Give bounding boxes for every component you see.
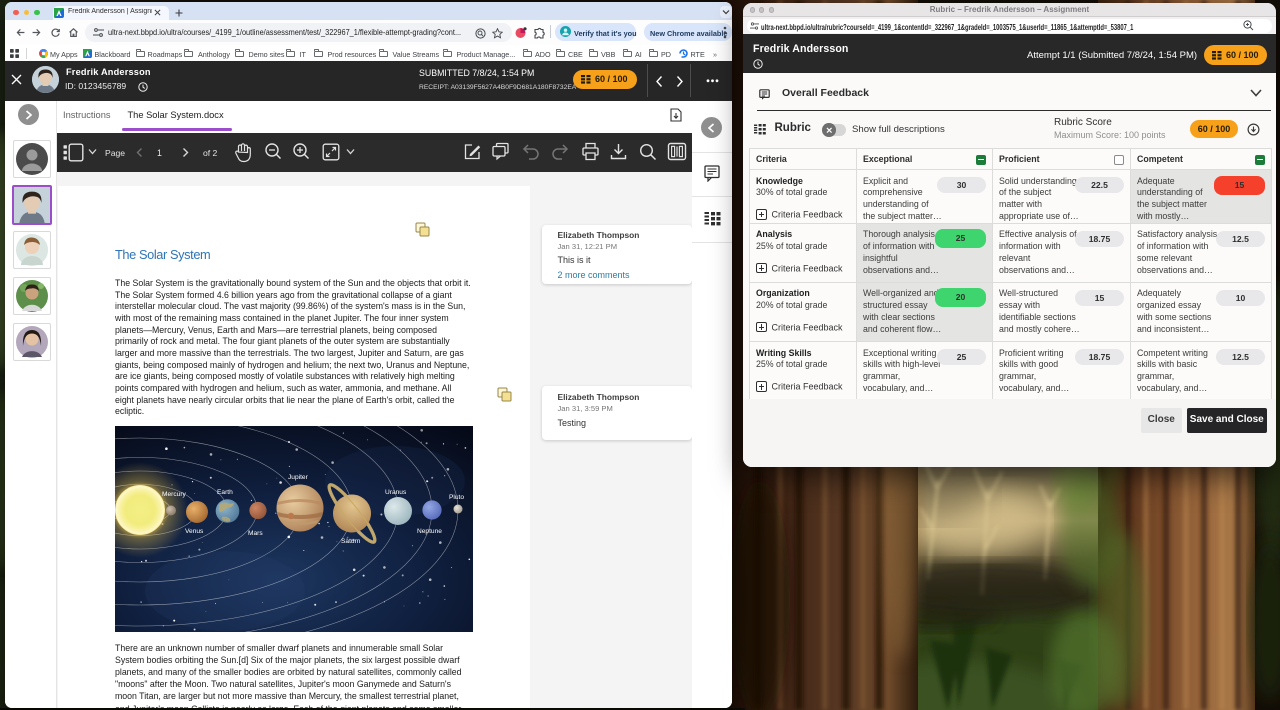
svg-text:Mars: Mars	[248, 530, 263, 537]
svg-text:Venus: Venus	[185, 528, 204, 535]
svg-text:Neptune: Neptune	[417, 528, 442, 535]
svg-text:Uranus: Uranus	[385, 489, 407, 496]
svg-text:Saturn: Saturn	[341, 538, 361, 545]
svg-text:Jupiter: Jupiter	[288, 474, 309, 481]
svg-text:Mercury: Mercury	[162, 491, 187, 498]
svg-text:Pluto: Pluto	[449, 494, 464, 501]
svg-text:Earth: Earth	[217, 489, 233, 496]
